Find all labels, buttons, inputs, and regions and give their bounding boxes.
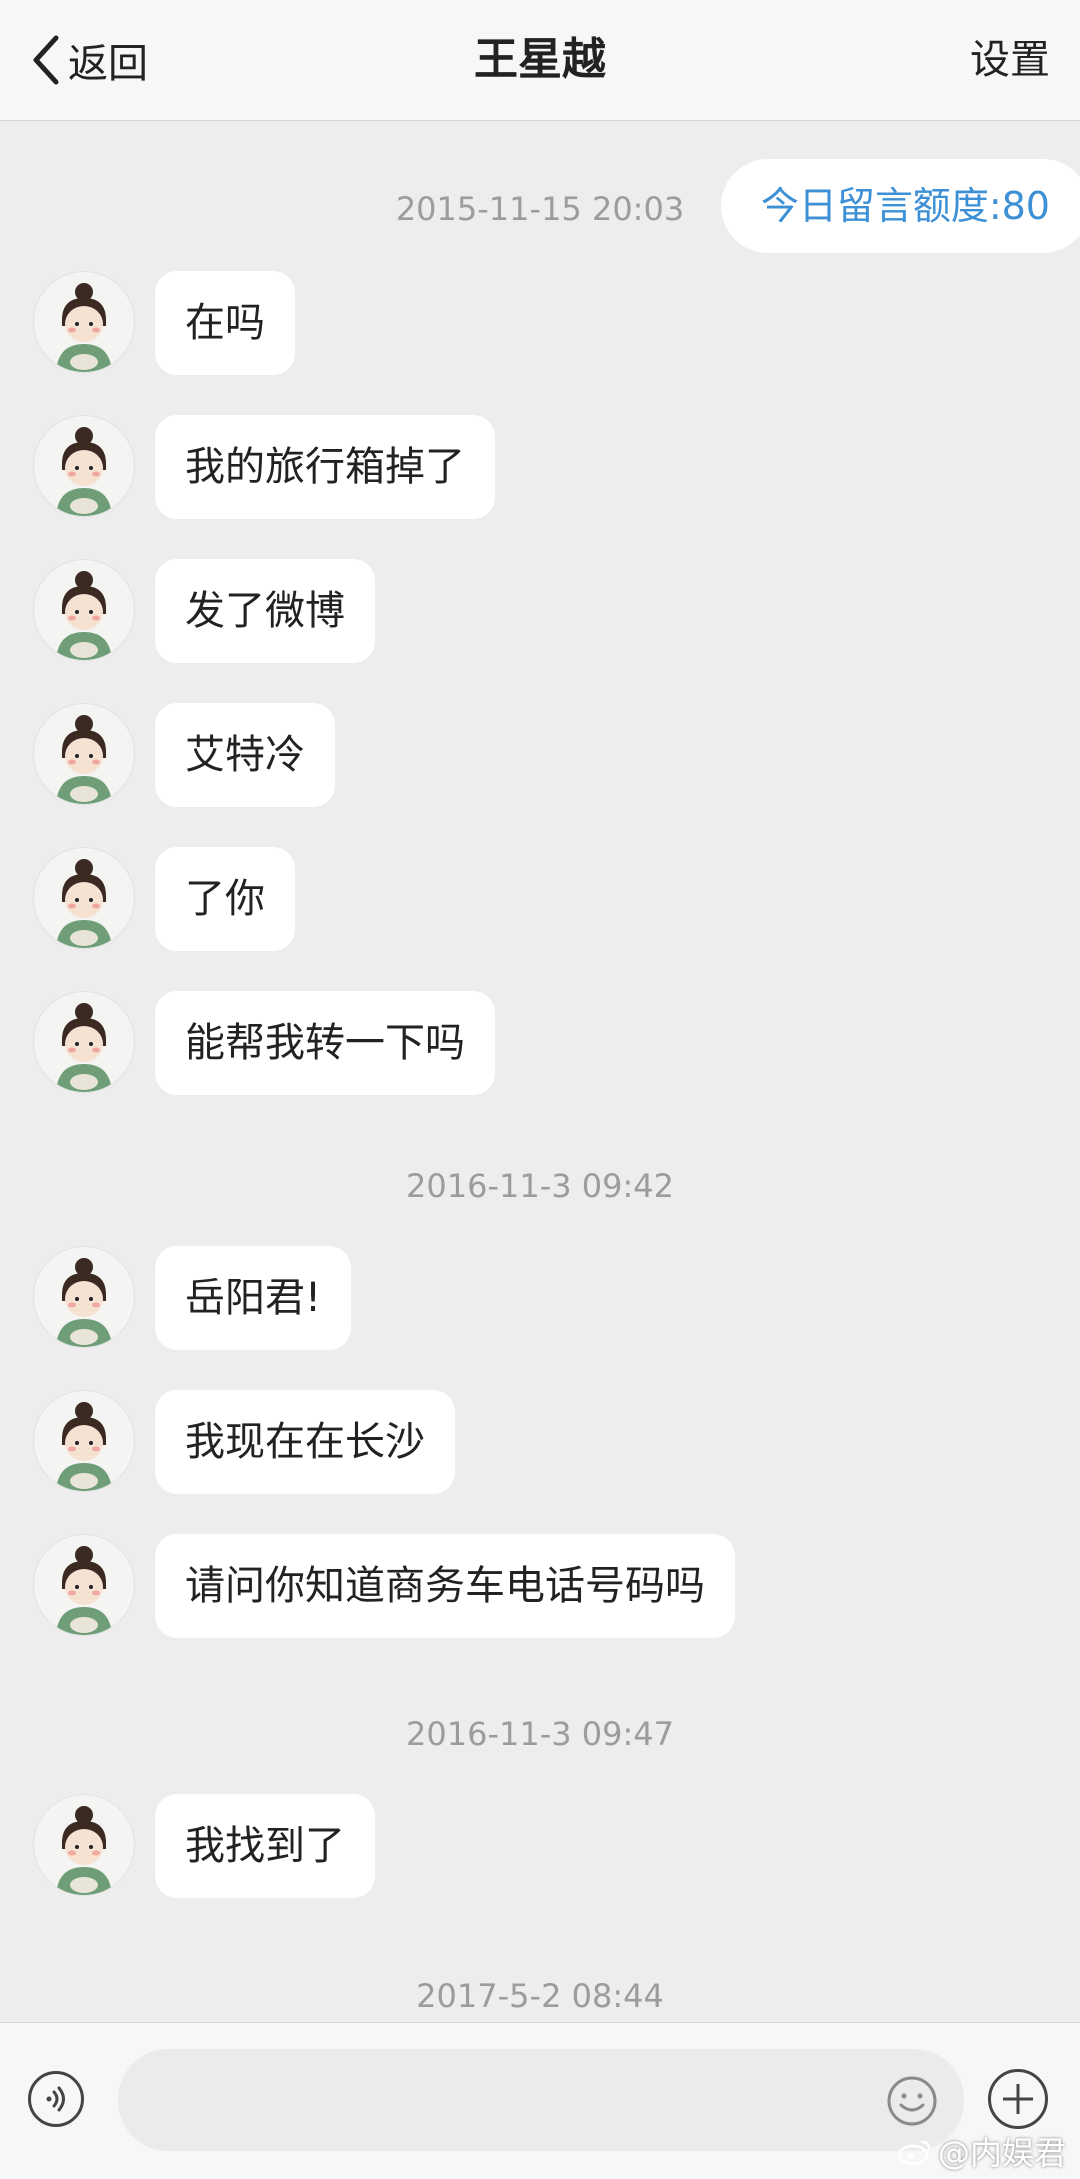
avatar[interactable] <box>33 991 135 1093</box>
avatar[interactable] <box>33 1534 135 1636</box>
message-bubble[interactable]: 我现在在长沙 <box>155 1390 455 1494</box>
message-row: 能帮我转一下吗 <box>0 991 1080 1095</box>
emoji-button[interactable] <box>886 2075 938 2127</box>
message-bubble[interactable]: 我的旅行箱掉了 <box>155 415 495 519</box>
avatar[interactable] <box>33 703 135 805</box>
weibo-icon <box>897 2140 931 2166</box>
message-row: 我找到了 <box>0 1794 1080 1898</box>
timestamp: 2016-11-3 09:47 <box>406 1715 674 1753</box>
cartoon-avatar-icon <box>56 283 112 372</box>
message-bubble[interactable]: 了你 <box>155 847 295 951</box>
timestamp: 2016-11-3 09:42 <box>406 1167 674 1205</box>
message-row: 发了微博 <box>0 559 1080 663</box>
cartoon-avatar-icon <box>56 571 112 660</box>
voice-icon <box>46 2086 65 2112</box>
avatar[interactable] <box>33 271 135 373</box>
avatar[interactable] <box>33 847 135 949</box>
avatar[interactable] <box>33 1794 135 1896</box>
cartoon-avatar-icon <box>56 427 112 516</box>
cartoon-avatar-icon <box>56 1546 112 1635</box>
message-row: 艾特冷 <box>0 703 1080 807</box>
watermark: @内娱君 <box>896 2128 1066 2174</box>
watermark-text: @内娱君 <box>937 2134 1066 2172</box>
message-row: 岳阳君! <box>0 1246 1080 1350</box>
message-bubble[interactable]: 我找到了 <box>155 1794 375 1898</box>
message-row: 了你 <box>0 847 1080 951</box>
chat-title: 王星越 <box>474 34 606 85</box>
avatar[interactable] <box>33 559 135 661</box>
message-bubble[interactable]: 请问你知道商务车电话号码吗 <box>155 1534 735 1638</box>
nav-bar: 返回 王星越 设置 <box>0 0 1080 121</box>
emoji-icon <box>887 2076 937 2126</box>
message-bubble[interactable]: 能帮我转一下吗 <box>155 991 495 1095</box>
message-list[interactable]: 今日留言额度:80 2015-11-15 20:03 在吗 我的旅行箱掉了 发了… <box>0 121 1080 2021</box>
cartoon-avatar-icon <box>56 1806 112 1895</box>
settings-button[interactable]: 设置 <box>970 30 1050 90</box>
avatar[interactable] <box>33 415 135 517</box>
cartoon-avatar-icon <box>56 1003 112 1092</box>
message-row: 我现在在长沙 <box>0 1390 1080 1494</box>
avatar[interactable] <box>33 1246 135 1348</box>
message-row: 我的旅行箱掉了 <box>0 415 1080 519</box>
voice-button[interactable] <box>28 2071 84 2127</box>
plus-button[interactable] <box>988 2069 1048 2129</box>
message-input[interactable] <box>118 2049 964 2151</box>
cartoon-avatar-icon <box>56 1258 112 1347</box>
message-bubble[interactable]: 在吗 <box>155 271 295 375</box>
message-bubble[interactable]: 岳阳君! <box>155 1246 352 1350</box>
timestamp: 2015-11-15 20:03 <box>395 190 685 228</box>
avatar[interactable] <box>33 1390 135 1492</box>
message-row: 在吗 <box>0 271 1080 375</box>
cartoon-avatar-icon <box>56 1402 112 1491</box>
message-row: 请问你知道商务车电话号码吗 <box>0 1534 1080 1638</box>
timestamp: 2017-5-2 08:44 <box>416 1977 664 2015</box>
message-bubble[interactable]: 发了微博 <box>155 559 375 663</box>
cartoon-avatar-icon <box>56 715 112 804</box>
message-bubble[interactable]: 艾特冷 <box>155 703 335 807</box>
cartoon-avatar-icon <box>56 859 112 948</box>
